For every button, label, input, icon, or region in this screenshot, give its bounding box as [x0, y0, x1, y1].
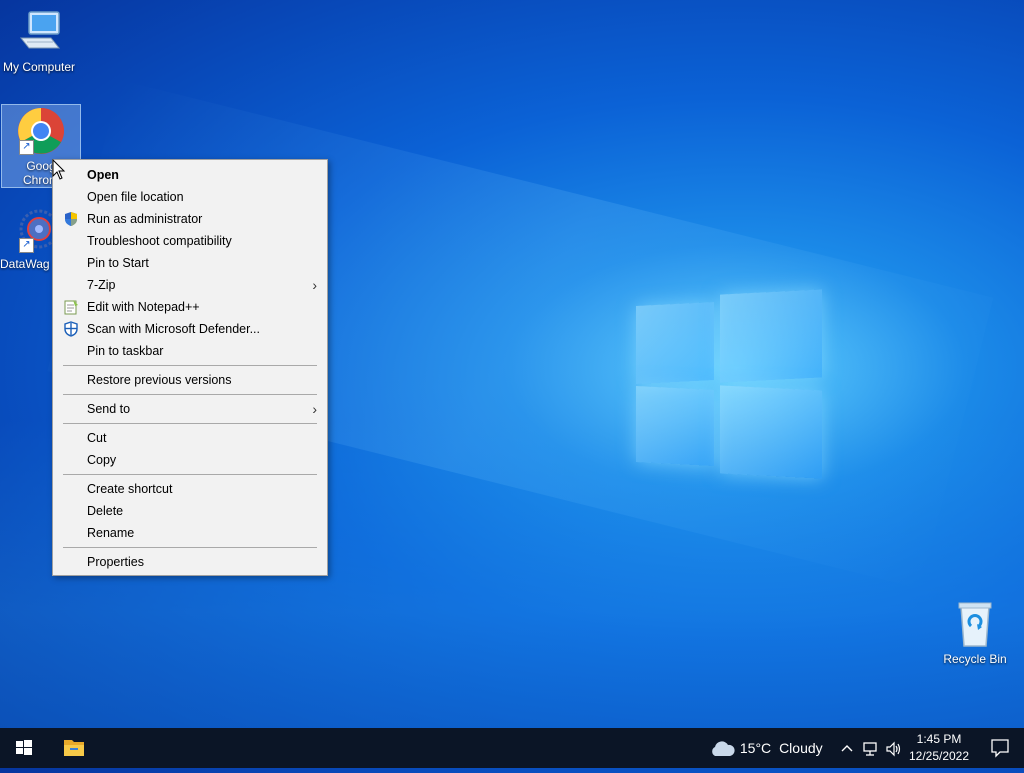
computer-icon: [15, 8, 63, 56]
volume-icon[interactable]: [884, 728, 904, 768]
clock-date: 12/25/2022: [908, 749, 970, 763]
menu-item-troubleshoot-compatibility[interactable]: Troubleshoot compatibility: [53, 230, 327, 252]
menu-item-rename[interactable]: Rename: [53, 522, 327, 544]
menu-item-label: Properties: [87, 555, 144, 569]
action-center-button[interactable]: [980, 728, 1020, 768]
taskbar: 15°C Cloudy 1:45 PM 12/25/2022: [0, 728, 1024, 768]
menu-separator: [63, 474, 317, 475]
menu-item-label: Restore previous versions: [87, 373, 232, 387]
menu-item-label: Send to: [87, 402, 131, 416]
desktop-icon-my-computer[interactable]: My Computer: [0, 8, 78, 74]
menu-item-label: Delete: [87, 504, 124, 518]
mouse-cursor-icon: [52, 158, 66, 181]
weather-description: Cloudy: [779, 740, 823, 756]
menu-separator: [63, 394, 317, 395]
context-menu: Open Open file location Run as administr…: [52, 159, 328, 576]
menu-item-label: Open file location: [87, 190, 184, 204]
menu-item-cut[interactable]: Cut: [53, 427, 327, 449]
menu-item-delete[interactable]: Delete: [53, 500, 327, 522]
wallpaper-windows-logo: [636, 288, 824, 484]
menu-item-properties[interactable]: Properties: [53, 551, 327, 573]
weather-widget[interactable]: 15°C Cloudy: [708, 728, 823, 768]
desktop-icon-label: My Computer: [2, 60, 76, 74]
shortcut-arrow-icon: ↗: [19, 140, 34, 155]
chrome-icon: ↗: [17, 107, 65, 155]
taskbar-file-explorer-button[interactable]: [52, 728, 96, 768]
menu-item-label: Pin to taskbar: [87, 344, 164, 358]
menu-separator: [63, 365, 317, 366]
menu-item-label: Copy: [87, 453, 117, 467]
weather-temperature: 15°C: [739, 740, 772, 756]
taskbar-clock[interactable]: 1:45 PM 12/25/2022: [904, 731, 974, 765]
cloud-icon: [712, 741, 735, 757]
menu-item-label: 7-Zip: [87, 278, 116, 292]
recycle-bin-icon: [951, 600, 999, 648]
menu-item-scan-with-microsoft-defender[interactable]: Scan with Microsoft Defender...: [53, 318, 327, 340]
menu-item-label: Run as administrator: [87, 212, 203, 226]
uac-shield-icon: [63, 211, 79, 227]
menu-item-label: Pin to Start: [87, 256, 149, 270]
desktop-icon-label: Recycle Bin: [943, 652, 1007, 666]
clock-time: 1:45 PM: [916, 732, 962, 746]
notepad-plus-plus-icon: [63, 299, 79, 315]
menu-item-pin-to-start[interactable]: Pin to Start: [53, 252, 327, 274]
tray-overflow-chevron-icon[interactable]: [838, 728, 856, 768]
menu-item-label: Scan with Microsoft Defender...: [87, 322, 260, 336]
menu-item-open[interactable]: Open: [53, 164, 327, 186]
submenu-arrow-icon: ›: [312, 277, 317, 293]
menu-item-7-zip[interactable]: 7-Zip ›: [53, 274, 327, 296]
menu-item-run-as-administrator[interactable]: Run as administrator: [53, 208, 327, 230]
menu-item-edit-with-notepad-plus-plus[interactable]: Edit with Notepad++: [53, 296, 327, 318]
shortcut-arrow-icon: ↗: [19, 238, 34, 253]
menu-item-restore-previous-versions[interactable]: Restore previous versions: [53, 369, 327, 391]
speaker-icon: [886, 741, 901, 757]
file-explorer-icon: [64, 740, 84, 756]
menu-item-label: Open: [87, 168, 119, 182]
menu-item-label: Troubleshoot compatibility: [87, 234, 232, 248]
desktop-icon-recycle-bin[interactable]: Recycle Bin: [936, 600, 1014, 666]
network-icon[interactable]: [860, 728, 882, 768]
menu-item-label: Create shortcut: [87, 482, 173, 496]
menu-separator: [63, 423, 317, 424]
notification-icon: [991, 739, 1009, 758]
submenu-arrow-icon: ›: [312, 401, 317, 417]
menu-item-label: Edit with Notepad++: [87, 300, 200, 314]
menu-item-pin-to-taskbar[interactable]: Pin to taskbar: [53, 340, 327, 362]
menu-separator: [63, 547, 317, 548]
ethernet-monitor-icon: [863, 741, 877, 756]
menu-item-copy[interactable]: Copy: [53, 449, 327, 471]
windows-start-icon: [16, 740, 32, 755]
start-button[interactable]: [0, 728, 48, 768]
chevron-up-icon: [841, 745, 853, 752]
menu-item-label: Rename: [87, 526, 135, 540]
menu-item-label: Cut: [87, 431, 107, 445]
defender-shield-icon: [63, 321, 79, 337]
menu-item-open-file-location[interactable]: Open file location: [53, 186, 327, 208]
menu-item-create-shortcut[interactable]: Create shortcut: [53, 478, 327, 500]
menu-item-send-to[interactable]: Send to ›: [53, 398, 327, 420]
